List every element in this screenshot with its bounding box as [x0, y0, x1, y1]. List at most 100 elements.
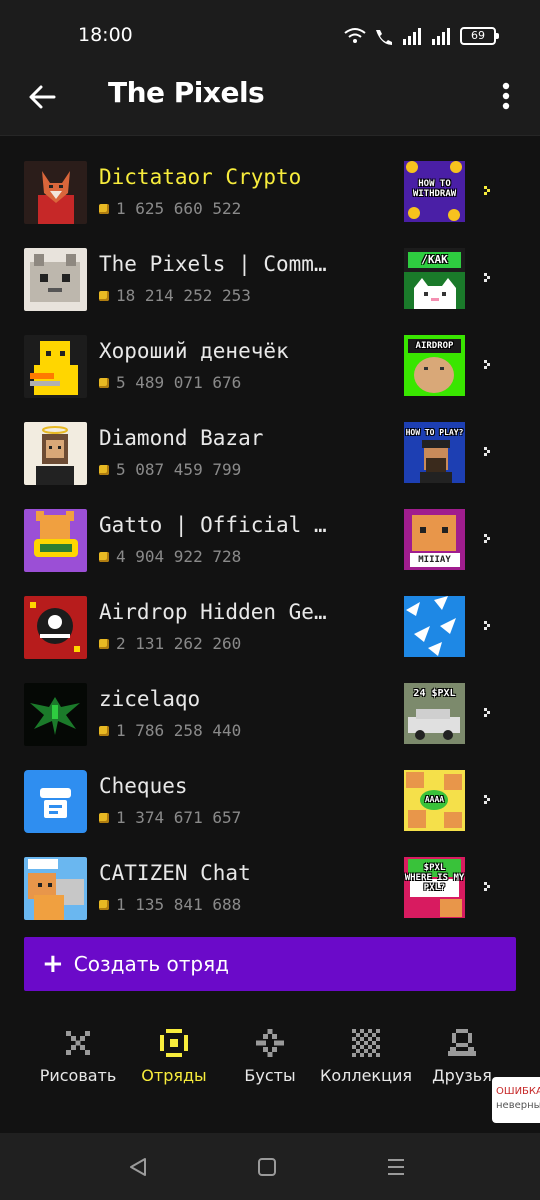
coin-icon — [99, 551, 109, 562]
battery-icon: 69 — [460, 27, 499, 45]
chevron-right-icon — [484, 360, 490, 369]
squad-row[interactable]: Diamond Bazar 5 087 459 799 HOW TO PLAY? — [0, 410, 540, 497]
squad-thumbnail: 24 $PXL — [404, 683, 465, 744]
create-squad-label: Создать отряд — [73, 952, 229, 976]
chevron-right-icon — [484, 186, 490, 195]
nav-item-boosts[interactable]: Бусты — [215, 1028, 325, 1085]
nav-item-draw[interactable]: Рисовать — [23, 1028, 133, 1085]
squad-name: The Pixels | Community — [99, 252, 339, 276]
squad-avatar — [24, 248, 87, 311]
plus-icon: + — [42, 949, 64, 979]
home-square-icon[interactable] — [255, 1155, 279, 1179]
nav-label: Коллекция — [319, 1066, 413, 1085]
thumbnail-caption: 24 $PXL — [413, 688, 456, 699]
system-nav-bar — [0, 1133, 540, 1200]
status-icons: 69 — [344, 25, 499, 47]
nav-label: Бусты — [244, 1066, 296, 1085]
squad-count: 5 087 459 799 — [99, 460, 241, 479]
squad-count: 1 625 660 522 — [99, 199, 241, 218]
squad-count-value: 1 135 841 688 — [116, 895, 242, 914]
squads-icon — [160, 1029, 188, 1057]
squad-row[interactable]: Cheques 1 374 671 657 AAAA — [0, 758, 540, 845]
back-triangle-icon[interactable] — [126, 1155, 150, 1179]
thumbnail-caption: HOW TO WITHDRAW — [412, 179, 457, 199]
coin-icon — [99, 290, 109, 301]
coin-icon — [99, 899, 109, 910]
error-badge[interactable]: ОШИБКА неверный — [492, 1077, 540, 1123]
more-options-icon[interactable] — [502, 82, 510, 110]
squad-avatar — [24, 596, 87, 659]
squad-thumbnail: HOW TO WITHDRAW — [404, 161, 465, 222]
squad-row[interactable]: CATIZEN Chat 1 135 841 688 $PXL WHERE IS … — [0, 845, 540, 932]
chevron-right-icon — [484, 534, 490, 543]
squad-avatar — [24, 335, 87, 398]
chevron-right-icon — [484, 708, 490, 717]
squad-count: 1 786 258 440 — [99, 721, 241, 740]
thumbnail-art — [406, 596, 456, 656]
chevron-right-icon — [484, 882, 490, 891]
squad-count-value: 1 786 258 440 — [116, 721, 242, 740]
squad-count: 2 131 262 260 — [99, 634, 241, 653]
thumbnail-caption: MIIIAY — [418, 555, 451, 565]
squad-list: Dictataor Crypto 1 625 660 522 HOW TO WIT… — [0, 149, 540, 932]
squad-name: zicelaqo — [99, 687, 201, 711]
squad-row[interactable]: Хороший денечёк 5 489 071 676 AIRDROP — [0, 323, 540, 410]
squad-thumbnail — [404, 596, 465, 657]
nav-label: Отряды — [141, 1066, 207, 1085]
nav-item-squads[interactable]: Отряды — [119, 1028, 229, 1085]
boosts-icon — [256, 1029, 284, 1057]
coin-icon — [99, 464, 109, 475]
nav-item-collection[interactable]: Коллекция — [311, 1028, 421, 1085]
thumbnail-caption: AAAA — [424, 795, 445, 804]
back-arrow-icon[interactable] — [28, 83, 56, 111]
error-title: ОШИБКА — [496, 1086, 540, 1097]
recents-menu-icon[interactable] — [384, 1155, 408, 1179]
squad-count-value: 1 625 660 522 — [116, 199, 242, 218]
create-squad-button[interactable]: + Создать отряд — [24, 937, 516, 991]
squad-count-value: 5 087 459 799 — [116, 460, 242, 479]
chevron-right-icon — [484, 447, 490, 456]
squad-thumbnail: /KAK — [404, 248, 465, 309]
squad-row[interactable]: Gatto | Official Channel 4 904 922 728 M… — [0, 497, 540, 584]
squad-avatar — [24, 509, 87, 572]
squad-avatar — [24, 857, 87, 920]
squad-thumbnail: AAAA — [404, 770, 465, 831]
squad-count: 1 135 841 688 — [99, 895, 241, 914]
coin-icon — [99, 725, 109, 736]
app-header: The Pixels — [0, 70, 540, 136]
squad-name: Хороший денечёк — [99, 339, 289, 363]
friends-icon — [448, 1029, 476, 1056]
coin-icon — [99, 812, 109, 823]
squad-count-value: 5 489 071 676 — [116, 373, 242, 392]
error-subtitle: неверный — [496, 1100, 540, 1111]
coin-icon — [99, 377, 109, 388]
squad-count: 1 374 671 657 — [99, 808, 241, 827]
squad-name: Dictataor Crypto — [99, 165, 302, 189]
squad-name: CATIZEN Chat — [99, 861, 251, 885]
wifi-icon — [344, 28, 366, 43]
squad-name: Cheques — [99, 774, 188, 798]
squad-count-value: 18 214 252 253 — [116, 286, 251, 305]
status-time: 18:00 — [78, 24, 133, 46]
page-title: The Pixels — [108, 76, 265, 109]
squad-count: 5 489 071 676 — [99, 373, 241, 392]
squad-row[interactable]: Dictataor Crypto 1 625 660 522 HOW TO WIT… — [0, 149, 540, 236]
squad-row[interactable]: zicelaqo 1 786 258 440 24 $PXL — [0, 671, 540, 758]
squad-thumbnail: $PXL WHERE IS MY PXL? — [404, 857, 465, 918]
coin-icon — [99, 638, 109, 649]
draw-icon — [66, 1031, 90, 1055]
signal-icon — [403, 28, 421, 45]
thumbnail-caption: HOW TO PLAY? — [405, 428, 464, 437]
status-bar: 18:00 69 — [0, 0, 540, 70]
chevron-right-icon — [484, 795, 490, 804]
bottom-nav: Рисовать Отряды Бусты Коллекция Друзья — [0, 1020, 540, 1130]
squad-row[interactable]: The Pixels | Community 18 214 252 253 /K… — [0, 236, 540, 323]
squad-name: Airdrop Hidden Gems — [99, 600, 339, 624]
squad-name: Diamond Bazar — [99, 426, 264, 450]
nav-label: Рисовать — [39, 1066, 117, 1085]
squad-avatar — [24, 683, 87, 746]
coin-icon — [99, 203, 109, 214]
squad-row[interactable]: Airdrop Hidden Gems 2 131 262 260 — [0, 584, 540, 671]
thumbnail-caption: /KAK — [421, 253, 448, 266]
squad-thumbnail: MIIIAY — [404, 509, 465, 570]
